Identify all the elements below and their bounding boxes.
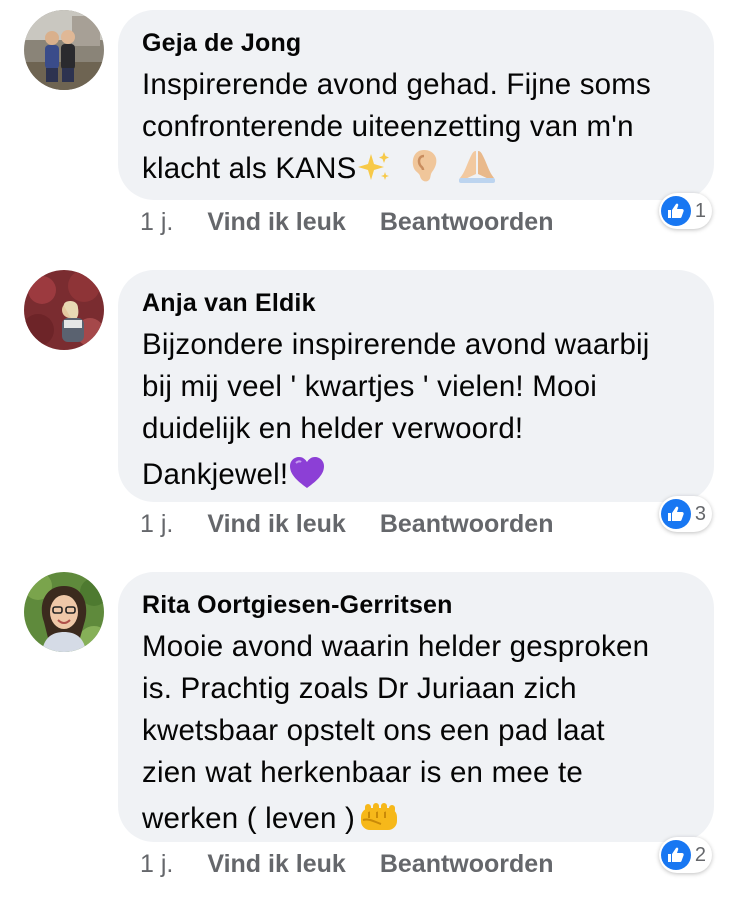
comment-author[interactable]: Geja de Jong	[142, 28, 690, 58]
purple-heart-emoji	[288, 456, 326, 502]
like-icon	[660, 840, 691, 870]
comment-line: is. Prachtig zoals Dr Juriaan zich	[142, 672, 577, 705]
comment-text: Mooie avond waarin helder gesproken is. …	[142, 626, 690, 846]
avatar[interactable]	[24, 270, 104, 350]
comment-feed: Geja de Jong Inspirerende avond gehad. F…	[0, 0, 750, 898]
reaction-badge[interactable]: 1	[658, 193, 712, 229]
comment-line: duidelijk en helder verwoord!	[142, 412, 524, 445]
reaction-count: 2	[694, 843, 706, 866]
reply-button[interactable]: Beantwoorden	[380, 510, 554, 539]
like-button[interactable]: Vind ik leuk	[207, 850, 345, 879]
comment-line: Dankjewel!	[142, 454, 690, 502]
comment-bubble: Geja de Jong Inspirerende avond gehad. F…	[118, 10, 714, 200]
like-icon	[660, 196, 691, 226]
comment-text: Inspirerende avond gehad. Fijne soms con…	[142, 64, 690, 196]
folded-hands-emoji	[457, 148, 497, 196]
comment-line-text: werken ( leven )	[142, 802, 356, 835]
comment-line-text: Dankjewel!	[142, 458, 289, 491]
comment-timestamp[interactable]: 1 j.	[140, 850, 173, 879]
comment-text: Bijzondere inspirerende avond waarbij bi…	[142, 324, 690, 502]
comment-line: Inspirerende avond gehad. Fijne soms	[142, 68, 652, 101]
reaction-badge[interactable]: 2	[658, 837, 712, 873]
comment-line: bij mij veel ' kwartjes ' vielen! Mooi	[142, 370, 597, 403]
comment-line: confronterende uiteenzetting van m'n	[142, 110, 634, 143]
comment-actions: 1 j. Vind ik leuk Beantwoorden	[140, 507, 553, 541]
comment-timestamp[interactable]: 1 j.	[140, 510, 173, 539]
comment-line: Mooie avond waarin helder gesproken	[142, 630, 650, 663]
reaction-count: 1	[694, 199, 706, 222]
comment-line: werken ( leven )	[142, 798, 690, 846]
reaction-badge[interactable]: 3	[658, 496, 712, 532]
like-icon	[660, 499, 691, 529]
like-button[interactable]: Vind ik leuk	[207, 510, 345, 539]
comment-bubble: Rita Oortgiesen-Gerritsen Mooie avond wa…	[118, 572, 714, 842]
comment-author[interactable]: Anja van Eldik	[142, 288, 690, 318]
reply-button[interactable]: Beantwoorden	[380, 208, 554, 237]
comment-actions: 1 j. Vind ik leuk Beantwoorden	[140, 205, 553, 239]
ear-emoji	[409, 148, 439, 196]
comment-line-text: klacht als KANS	[142, 152, 357, 185]
comment-line: klacht als KANS	[142, 148, 690, 196]
comment-line: Bijzondere inspirerende avond waarbij	[142, 328, 650, 361]
avatar[interactable]	[24, 10, 104, 90]
comment-timestamp[interactable]: 1 j.	[140, 208, 173, 237]
comment-actions: 1 j. Vind ik leuk Beantwoorden	[140, 847, 553, 881]
reply-button[interactable]: Beantwoorden	[380, 850, 554, 879]
fist-emoji	[359, 802, 399, 846]
like-button[interactable]: Vind ik leuk	[207, 208, 345, 237]
comment-line: kwetsbaar opstelt ons een pad laat	[142, 714, 605, 747]
comment-bubble: Anja van Eldik Bijzondere inspirerende a…	[118, 270, 714, 502]
reaction-count: 3	[694, 502, 706, 525]
comment-author[interactable]: Rita Oortgiesen-Gerritsen	[142, 590, 690, 620]
sparkles-emoji	[357, 150, 391, 196]
comment-line: zien wat herkenbaar is en mee te	[142, 756, 583, 789]
avatar[interactable]	[24, 572, 104, 652]
